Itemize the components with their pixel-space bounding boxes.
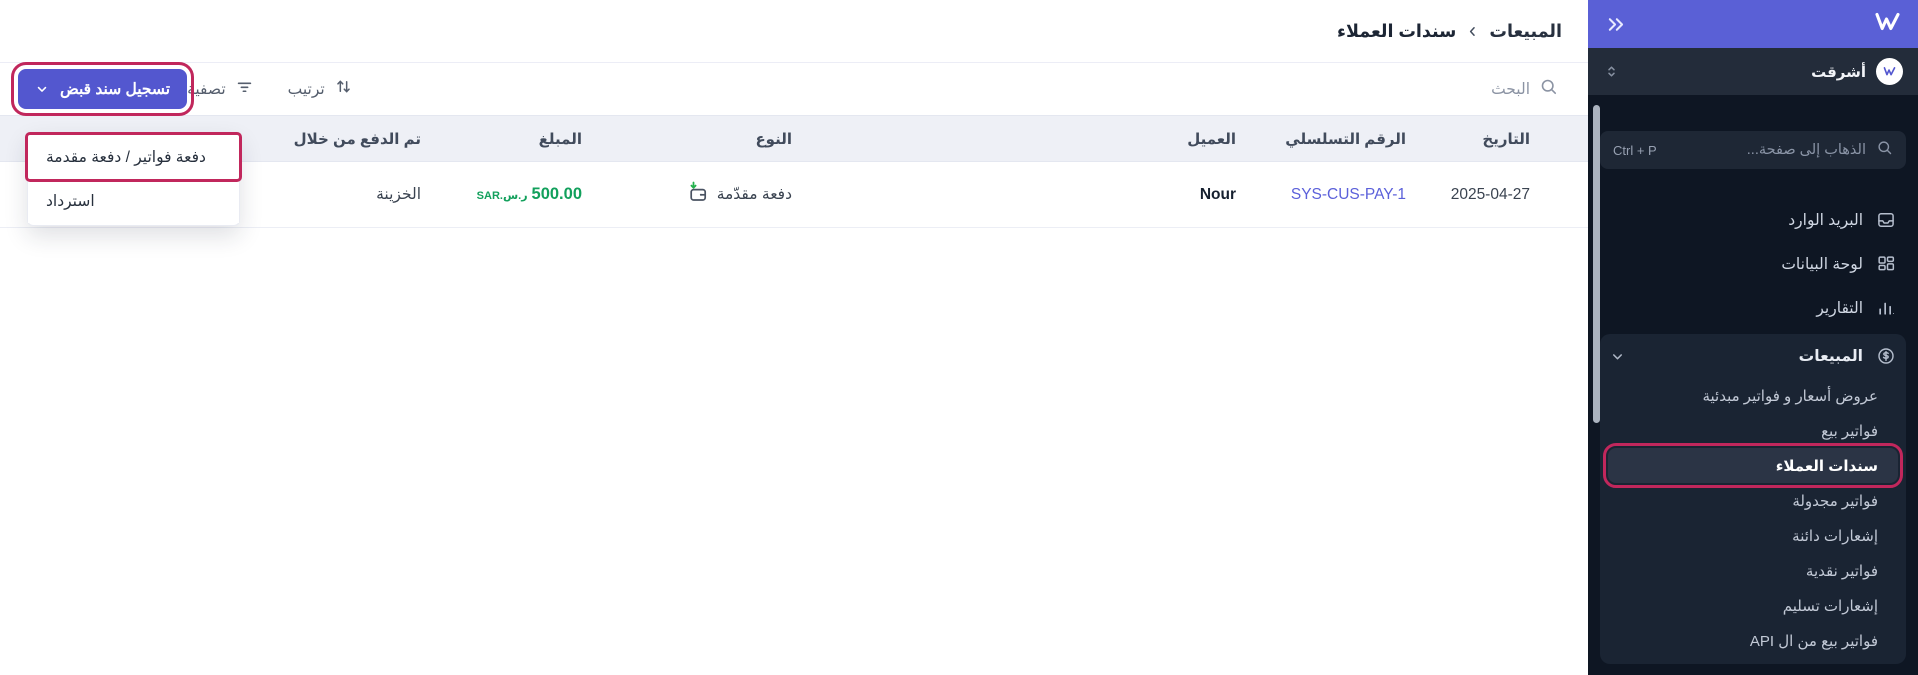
organization-switcher[interactable]: أشرقت	[1588, 48, 1918, 95]
reports-icon	[1876, 298, 1896, 318]
sidebar-item-sales[interactable]: المبيعات	[1600, 334, 1906, 378]
cell-type: دفعة مقدّمة	[588, 181, 858, 208]
sidebar-item-label: التقارير	[1816, 299, 1863, 318]
filter-label: تصفية	[187, 80, 226, 99]
advance-payment-icon	[687, 181, 709, 208]
amount-value: 500.00	[532, 185, 582, 203]
table-search[interactable]: البحث	[1491, 77, 1558, 101]
sidebar-subitem-quotes[interactable]: عروض أسعار و فواتير مبدئية	[1600, 378, 1906, 413]
sidebar-item-label: لوحة البيانات	[1781, 255, 1863, 274]
chevron-down-icon	[1610, 349, 1625, 364]
cell-amount: 500.00 ر.س.SAR	[433, 185, 588, 204]
column-date[interactable]: التاريخ	[1418, 130, 1588, 148]
goto-page-placeholder: الذهاب إلى صفحة...	[1667, 142, 1866, 158]
receipt-dropdown-menu: دفعة فواتير / دفعة مقدمة استرداد	[27, 132, 240, 226]
breadcrumb-parent[interactable]: المبيعات	[1489, 21, 1562, 42]
column-serial[interactable]: الرقم التسلسلي	[1248, 130, 1418, 148]
search-icon	[1876, 139, 1893, 161]
sales-section: المبيعات عروض أسعار و فواتير مبدئية فوات…	[1600, 334, 1906, 664]
dashboard-icon	[1876, 254, 1896, 274]
column-amount[interactable]: المبلغ	[433, 130, 588, 148]
page-header: المبيعات سندات العملاء	[0, 0, 1588, 63]
sidebar-subitem-scheduled-invoices[interactable]: فواتير مجدولة	[1600, 483, 1906, 518]
sidebar-subitem-api-invoices[interactable]: فواتير بيع من ال API	[1600, 623, 1906, 658]
sidebar-subitem-credit-notes[interactable]: إشعارات دائنة	[1600, 518, 1906, 553]
sidebar-scrollbar[interactable]	[1593, 105, 1600, 423]
cell-serial-link[interactable]: SYS-CUS-PAY-1	[1248, 186, 1418, 204]
wafeq-logo-icon	[1874, 11, 1901, 38]
column-customer[interactable]: العميل	[858, 130, 1248, 148]
register-receipt-button[interactable]: تسجيل سند قبض	[18, 69, 187, 109]
sidebar-item-label: المبيعات	[1799, 347, 1863, 366]
chevron-down-icon	[35, 82, 49, 96]
org-expander-icon	[1603, 63, 1620, 80]
register-receipt-label: تسجيل سند قبض	[60, 80, 170, 99]
cell-customer: Nour	[858, 186, 1248, 204]
cell-date: 2025-04-27	[1418, 186, 1588, 204]
sort-icon	[334, 77, 353, 101]
main-content: المبيعات سندات العملاء البحث ترتيب	[0, 0, 1588, 675]
organization-avatar	[1876, 58, 1903, 85]
sidebar-subitem-cash-invoices[interactable]: فواتير نقدية	[1600, 553, 1906, 588]
shortcut-hint: Ctrl + P	[1613, 143, 1657, 158]
filter-icon	[235, 77, 254, 101]
sidebar-brand-bar	[1588, 0, 1918, 48]
organization-name: أشرقت	[1630, 63, 1866, 81]
page-title: سندات العملاء	[1337, 21, 1456, 42]
sidebar-subitem-sales-invoices[interactable]: فواتير بيع	[1600, 413, 1906, 448]
sidebar-collapse-icon[interactable]	[1605, 14, 1626, 35]
sidebar-item-inbox[interactable]: البريد الوارد	[1600, 198, 1906, 242]
search-label: البحث	[1491, 80, 1530, 99]
goto-page-search[interactable]: الذهاب إلى صفحة... Ctrl + P	[1600, 131, 1906, 169]
sidebar-subitem-delivery-notes[interactable]: إشعارات تسليم	[1600, 588, 1906, 623]
sidebar-item-label: البريد الوارد	[1788, 211, 1863, 230]
sidebar-item-dashboard[interactable]: لوحة البيانات	[1600, 242, 1906, 286]
search-icon	[1539, 77, 1558, 101]
app-window: المبيعات سندات العملاء البحث ترتيب	[0, 0, 1918, 675]
toolbar: البحث ترتيب تصفية تسجيل سند قبض	[0, 63, 1588, 115]
sort-label: ترتيب	[288, 80, 325, 99]
amount-currency: ر.س.SAR	[477, 190, 528, 202]
sidebar: أشرقت الذهاب إلى صفحة... Ctrl + P ال	[1588, 0, 1918, 675]
breadcrumb: المبيعات سندات العملاء	[1337, 21, 1562, 42]
menu-item-invoice-advance-payment[interactable]: دفعة فواتير / دفعة مقدمة	[28, 135, 239, 179]
sidebar-body: الذهاب إلى صفحة... Ctrl + P البريد الوار…	[1588, 95, 1918, 664]
sidebar-nav: البريد الوارد لوحة البيانات التقارير	[1600, 198, 1906, 664]
sidebar-subitem-customer-receipts[interactable]: سندات العملاء	[1608, 448, 1898, 483]
inbox-icon	[1876, 210, 1896, 230]
filter-button[interactable]: تصفية	[187, 77, 254, 101]
cell-type-label: دفعة مقدّمة	[717, 185, 792, 204]
sort-button[interactable]: ترتيب	[288, 77, 353, 101]
menu-item-refund[interactable]: استرداد	[28, 179, 239, 223]
sidebar-item-reports[interactable]: التقارير	[1600, 286, 1906, 330]
sales-icon	[1876, 346, 1896, 366]
chevron-left-icon	[1465, 24, 1480, 39]
column-type[interactable]: النوع	[588, 130, 858, 148]
